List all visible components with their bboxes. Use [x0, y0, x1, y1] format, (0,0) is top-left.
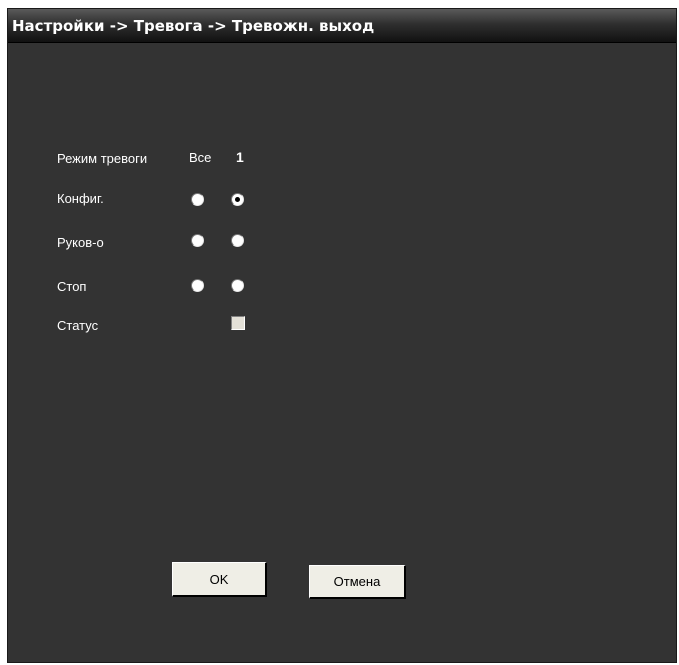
cancel-button[interactable]: Отмена	[309, 565, 406, 599]
stop-all-radio[interactable]	[191, 279, 204, 292]
status-label: Статус	[57, 318, 99, 333]
config-all-radio[interactable]	[191, 193, 204, 206]
column-header-all: Все	[189, 150, 212, 165]
manual-1-radio[interactable]	[231, 234, 244, 247]
status-checkbox[interactable]	[231, 316, 245, 330]
window-title: Настройки -> Тревога -> Тревожн. выход	[12, 17, 375, 35]
alarm-output-window: Настройки -> Тревога -> Тревожн. выход Р…	[7, 8, 677, 663]
radio-selected-dot	[235, 197, 240, 202]
column-header-1: 1	[236, 149, 244, 165]
stop-label: Стоп	[57, 279, 87, 294]
ok-button[interactable]: OK	[172, 562, 267, 597]
manual-label: Руков-о	[57, 235, 104, 250]
alarm-mode-label: Режим тревоги	[57, 151, 148, 166]
title-bar: Настройки -> Тревога -> Тревожн. выход	[8, 9, 676, 43]
stop-1-radio[interactable]	[231, 279, 244, 292]
manual-all-radio[interactable]	[191, 234, 204, 247]
config-label: Конфиг.	[57, 191, 104, 206]
config-1-radio[interactable]	[231, 193, 244, 206]
